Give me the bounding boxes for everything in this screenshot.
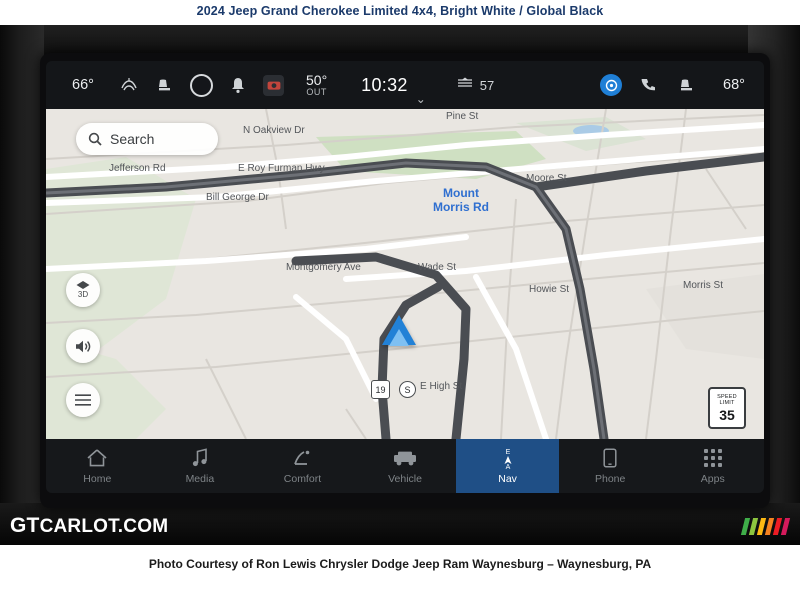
status-bar-left-icons: [114, 73, 284, 97]
fan-status[interactable]: 57: [456, 77, 494, 94]
dashboard-left-trim: [0, 25, 44, 545]
vehicle-icon: [392, 447, 418, 469]
nav-label-media: Media: [185, 473, 215, 485]
drive-assist-icon[interactable]: [600, 74, 622, 96]
nav-item-vehicle[interactable]: Vehicle: [354, 439, 457, 493]
phone-icon: [603, 447, 617, 469]
driver-temperature[interactable]: 66°: [46, 77, 114, 93]
svg-text:E: E: [505, 449, 510, 456]
map-label-pine-st: Pine St: [446, 111, 479, 122]
media-circle-icon[interactable]: [190, 73, 213, 97]
caption-vehicle: 2024 Jeep Grand Cherokee Limited 4x4,: [196, 4, 437, 18]
map-label-n-oakview-dr: N Oakview Dr: [243, 125, 305, 136]
map-label-e-high-st: E High St: [420, 381, 463, 392]
map-menu-button[interactable]: [66, 383, 100, 417]
search-icon: [88, 132, 102, 146]
watermark: GTCARLOT.COM: [10, 514, 168, 538]
route-shield-19: 19: [371, 380, 390, 399]
heated-steering-wheel-icon[interactable]: [118, 74, 140, 96]
map-label-morris-st: Morris St: [683, 280, 723, 291]
map-3d-label: 3D: [77, 290, 89, 299]
speed-limit-label-2: LIMIT: [719, 400, 735, 406]
map-label-e-roy-furman-hwy: E Roy Furman Hwy: [238, 163, 325, 174]
direction-shield-south: S: [399, 381, 416, 398]
photo-credit-text: Photo Courtesy of Ron Lewis Chrysler Dod…: [148, 557, 652, 571]
nav-label-nav: Nav: [498, 473, 517, 485]
infotainment-screen: 66° 50° OUT 10:32 ⌄ 57 68° Search 3D SPE…: [46, 61, 764, 493]
map-volume-button[interactable]: [66, 329, 100, 363]
status-bar: 66° 50° OUT 10:32 ⌄ 57 68°: [46, 61, 764, 109]
nav-label-home: Home: [83, 473, 112, 485]
phone-icon[interactable]: [638, 74, 660, 96]
nav-item-phone[interactable]: Phone: [559, 439, 662, 493]
map-label-wade-st: Wade St: [418, 262, 456, 273]
apps-grid-icon: [703, 447, 722, 469]
speed-limit-value: 35: [719, 407, 735, 424]
map-3d-view-button[interactable]: 3D: [66, 273, 100, 307]
map-label-montgomery-ave: Montgomery Ave: [286, 262, 361, 273]
heated-seat-icon[interactable]: [154, 74, 176, 96]
exterior-temperature: 50° OUT: [306, 73, 327, 97]
menu-icon: [75, 394, 91, 406]
map-label-bill-george-dr: Bill George Dr: [206, 192, 269, 203]
watermark-color-bars: [740, 518, 791, 535]
map-label-moore-st: Moore St: [526, 173, 567, 184]
photo-credit-footer: Photo Courtesy of Ron Lewis Chrysler Dod…: [0, 545, 800, 600]
map-label-howie-st: Howie St: [529, 284, 570, 295]
watermark-part2: CARLOT.COM: [39, 516, 169, 537]
nav-item-apps[interactable]: Apps: [661, 439, 764, 493]
map-label-mount-morris-rd-line2: Morris Rd: [432, 199, 489, 214]
map-label-mount-morris-rd: Mount Morris Rd: [421, 186, 501, 215]
nav-item-nav[interactable]: EA Nav: [456, 439, 559, 493]
vehicle-position-arrow-inner: [389, 329, 409, 346]
music-note-icon: [191, 447, 209, 469]
page-title: 2024 Jeep Grand Cherokee Limited 4x4, Br…: [0, 4, 800, 18]
exterior-temperature-label: OUT: [306, 86, 327, 97]
vehicle-photo: · · · 66° 50°: [0, 25, 800, 545]
fan-icon: [456, 77, 474, 94]
map-label-mount-morris-rd-line1: Mount: [443, 186, 479, 200]
passenger-temperature[interactable]: 68°: [714, 77, 754, 93]
svg-text:A: A: [505, 464, 510, 469]
search-input[interactable]: Search: [76, 123, 218, 155]
clock: 10:32: [361, 74, 408, 95]
dashboard-top-trim: [0, 25, 800, 55]
speed-limit-label-1: SPEED: [717, 393, 737, 400]
volume-icon: [76, 340, 91, 352]
caption-colors: Bright White / Global Black: [440, 4, 604, 18]
navigation-map[interactable]: Search 3D SPEED LIMIT 35 19 S Pine St N …: [46, 109, 764, 439]
home-icon: [86, 447, 108, 469]
status-bar-right-icons: 68°: [600, 74, 764, 96]
nav-item-media[interactable]: Media: [149, 439, 252, 493]
watermark-part1: GT: [10, 514, 40, 537]
fan-speed-value: 57: [479, 77, 495, 93]
heated-seat-icon[interactable]: [676, 74, 698, 96]
speed-limit-sign: SPEED LIMIT 35: [708, 387, 746, 429]
seat-comfort-icon: [291, 447, 313, 469]
exterior-temperature-value: 50°: [306, 71, 328, 88]
nav-item-comfort[interactable]: Comfort: [251, 439, 354, 493]
chevron-down-icon[interactable]: ⌄: [416, 92, 426, 109]
nav-item-home[interactable]: Home: [46, 439, 149, 493]
nav-label-apps: Apps: [700, 473, 725, 485]
map-label-jefferson-rd: Jefferson Rd: [109, 163, 166, 174]
notification-bell-icon[interactable]: [227, 74, 249, 96]
camera-icon[interactable]: [263, 74, 284, 96]
search-placeholder-text: Search: [110, 131, 155, 147]
nav-label-comfort: Comfort: [283, 473, 322, 485]
nav-label-vehicle: Vehicle: [388, 473, 422, 485]
nav-label-phone: Phone: [594, 473, 626, 485]
bottom-nav-bar: Home Media Comfort Vehicle E A Nav Phone…: [46, 439, 764, 493]
navigation-compass-icon: EA: [500, 447, 516, 469]
